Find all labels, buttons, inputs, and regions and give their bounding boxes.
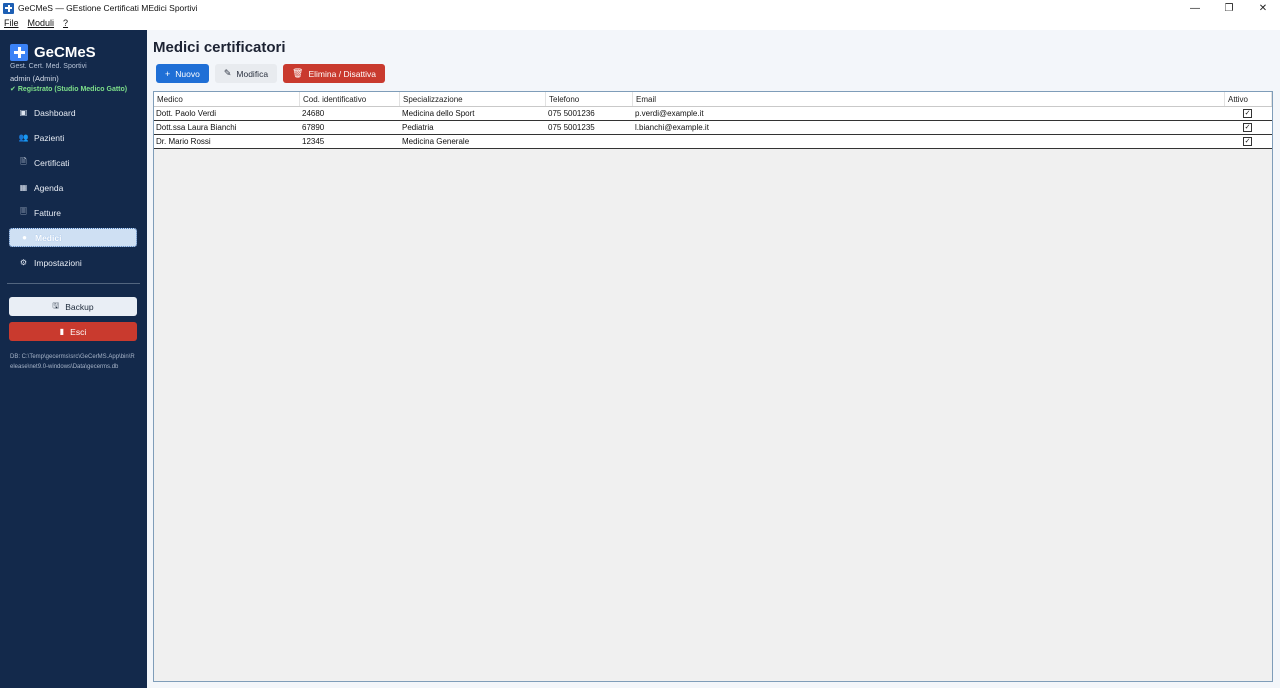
column-header-attivo[interactable]: Attivo xyxy=(1225,92,1272,106)
brand-name: GeCMeS xyxy=(34,44,96,61)
sidebar-item-dashboard[interactable]: ▣ Dashboard xyxy=(9,103,137,122)
sidebar-item-label: Impostazioni xyxy=(34,257,82,268)
backup-label: Backup xyxy=(65,301,94,312)
sidebar-item-label: Fatture xyxy=(34,207,61,218)
cell-telefono: 075 5001235 xyxy=(548,123,595,132)
sidebar-nav: ▣ Dashboard 👥 Pazienti 🗎 Certificati ▦ A… xyxy=(9,103,137,278)
current-user: admin (Admin) xyxy=(10,74,59,83)
delete-button[interactable]: 🗑 Elimina / Disattiva xyxy=(283,64,386,83)
menu-moduli[interactable]: Moduli xyxy=(28,18,55,28)
door-icon: ▮ xyxy=(59,327,65,336)
cell-specializzazione: Pediatria xyxy=(402,123,434,132)
people-icon: 👥 xyxy=(18,133,29,142)
cell-specializzazione: Medicina dello Sport xyxy=(402,109,475,118)
cell-codice: 67890 xyxy=(302,123,325,132)
maximize-button[interactable]: ❐ xyxy=(1212,0,1246,16)
doctor-icon: ● xyxy=(22,233,27,242)
sidebar-item-label: Pazienti xyxy=(34,132,65,143)
column-header-medico[interactable]: Medico xyxy=(154,92,300,106)
cell-telefono xyxy=(546,135,633,148)
brand-subtitle: Gest. Cert. Med. Sportivi xyxy=(10,63,87,70)
registration-status: ✔ Registrato (Studio Medico Gatto) xyxy=(10,85,127,93)
sidebar-item-medici[interactable]: ● Medici xyxy=(9,228,137,247)
cell-attivo: ✓ xyxy=(1225,107,1272,120)
sidebar-item-certificati[interactable]: 🗎 Certificati xyxy=(9,153,137,172)
cell-codice: 12345 xyxy=(302,137,325,146)
pencil-icon: ✎ xyxy=(223,68,232,78)
delete-label: Elimina / Disattiva xyxy=(308,68,377,79)
new-label: Nuovo xyxy=(175,68,200,79)
gear-icon: ⚙ xyxy=(19,258,28,267)
cell-medico: Dr. Mario Rossi xyxy=(156,137,211,146)
cell-medico: Dott.ssa Laura Bianchi xyxy=(156,123,237,132)
exit-label: Esci xyxy=(70,326,87,337)
main-content: Medici certificatori + Nuovo ✎ Modifica … xyxy=(147,30,1280,688)
exit-button[interactable]: ▮ Esci xyxy=(9,322,137,341)
sidebar-item-label: Medici xyxy=(35,232,62,243)
cell-attivo: ✓ xyxy=(1225,135,1272,148)
cell-attivo: ✓ xyxy=(1225,121,1272,134)
active-checkbox[interactable]: ✓ xyxy=(1243,123,1252,132)
column-header-email[interactable]: Email xyxy=(633,92,1225,106)
active-checkbox[interactable]: ✓ xyxy=(1243,109,1252,118)
dashboard-icon: ▣ xyxy=(19,108,28,117)
table-header: Medico Cod. identificativo Specializzazi… xyxy=(154,92,1272,107)
toolbar: + Nuovo ✎ Modifica 🗑 Elimina / Disattiva xyxy=(156,64,386,83)
menu-help[interactable]: ? xyxy=(63,18,68,28)
brand: GeCMeS xyxy=(10,44,96,61)
table-row[interactable]: Dr. Mario Rossi 12345 Medicina Generale … xyxy=(154,135,1272,149)
title-bar: GeCMeS — GEstione Certificati MEdici Spo… xyxy=(0,0,1280,16)
cell-email xyxy=(633,135,1225,148)
document-icon: 🗎 xyxy=(20,156,27,166)
window-controls: — ❐ ✕ xyxy=(1178,0,1280,16)
window-title: GeCMeS — GEstione Certificati MEdici Spo… xyxy=(18,3,198,13)
app-cross-icon xyxy=(3,2,14,14)
menu-file[interactable]: File xyxy=(4,18,19,28)
cell-email: p.verdi@example.it xyxy=(635,109,704,118)
plus-icon: + xyxy=(165,68,171,79)
sidebar-item-pazienti[interactable]: 👥 Pazienti xyxy=(9,128,137,147)
sidebar-item-agenda[interactable]: ▦ Agenda xyxy=(9,178,137,197)
minimize-button[interactable]: — xyxy=(1178,0,1212,16)
cell-codice: 24680 xyxy=(302,109,325,118)
calendar-icon: ▦ xyxy=(19,183,28,192)
registration-label: Registrato (Studio Medico Gatto) xyxy=(17,86,128,93)
cell-specializzazione: Medicina Generale xyxy=(402,137,470,146)
table-row[interactable]: Dott. Paolo Verdi 24680 Medicina dello S… xyxy=(154,107,1272,121)
doctors-table[interactable]: Medico Cod. identificativo Specializzazi… xyxy=(153,91,1273,682)
trash-icon: 🗑 xyxy=(292,68,304,78)
sidebar-divider xyxy=(7,283,140,284)
column-header-specializzazione[interactable]: Specializzazione xyxy=(400,92,546,106)
active-checkbox[interactable]: ✓ xyxy=(1243,137,1252,146)
cell-email: l.bianchi@example.it xyxy=(635,123,709,132)
sidebar-item-label: Dashboard xyxy=(34,107,76,118)
checkmark-icon: ✔ xyxy=(10,86,16,93)
cell-telefono: 075 5001236 xyxy=(548,109,595,118)
edit-label: Modifica xyxy=(236,68,269,79)
menu-bar: File Moduli ? xyxy=(0,16,1280,30)
database-path: DB: C:\Temp\gecerms\src\GeCerMS.App\bin\… xyxy=(10,354,135,370)
column-header-codice[interactable]: Cod. identificativo xyxy=(300,92,400,106)
column-header-telefono[interactable]: Telefono xyxy=(546,92,633,106)
backup-button[interactable]: 🖫 Backup xyxy=(9,297,137,316)
edit-button[interactable]: ✎ Modifica xyxy=(214,64,278,83)
invoice-icon: 🗏 xyxy=(20,206,27,216)
sidebar-item-label: Certificati xyxy=(34,157,70,168)
sidebar: GeCMeS Gest. Cert. Med. Sportivi admin (… xyxy=(0,30,147,688)
sidebar-item-label: Agenda xyxy=(34,182,64,193)
medical-cross-icon xyxy=(10,44,28,61)
page-title: Medici certificatori xyxy=(153,39,286,56)
sidebar-item-impostazioni[interactable]: ⚙ Impostazioni xyxy=(9,253,137,272)
new-button[interactable]: + Nuovo xyxy=(156,64,209,83)
close-button[interactable]: ✕ xyxy=(1246,0,1280,16)
sidebar-item-fatture[interactable]: 🗏 Fatture xyxy=(9,203,137,222)
save-icon: 🖫 xyxy=(52,300,60,310)
cell-medico: Dott. Paolo Verdi xyxy=(156,109,217,118)
table-row[interactable]: Dott.ssa Laura Bianchi 67890 Pediatria 0… xyxy=(154,121,1272,135)
